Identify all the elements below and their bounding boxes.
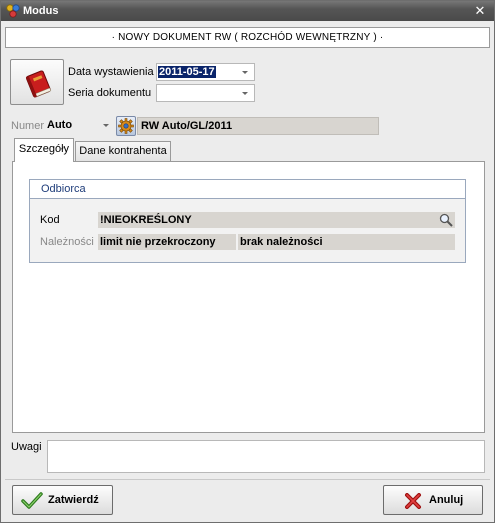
cancel-button[interactable]: Anuluj (383, 485, 483, 515)
close-icon: ✕ (474, 3, 486, 18)
tab-contractor-label: Dane kontrahenta (79, 145, 167, 157)
series-label: Seria dokumentu (68, 87, 152, 99)
confirm-button-label: Zatwierdź (48, 494, 99, 506)
date-value: 2011-05-17 (158, 66, 216, 78)
notes-textarea[interactable] (47, 440, 485, 473)
footer-separator (5, 479, 490, 480)
document-book-button[interactable] (10, 59, 64, 105)
credit-limit-status-value: limit nie przekroczony (100, 236, 216, 248)
red-x-icon (405, 493, 421, 509)
modus-logo-icon (6, 4, 20, 18)
receivables-status-value: brak należności (240, 236, 323, 248)
window-title: Modus (23, 5, 59, 17)
cancel-button-label: Anuluj (429, 494, 464, 506)
details-tab-panel: Odbiorca Kod !NIEOKREŚLONY Należności li… (12, 161, 485, 433)
date-label: Data wystawienia (68, 66, 154, 78)
number-mode-select[interactable]: Auto (45, 117, 112, 135)
confirm-button[interactable]: Zatwierdź (12, 485, 113, 515)
recipient-group-header: Odbiorca (30, 180, 465, 199)
document-number-field: RW Auto/GL/2011 (137, 117, 379, 135)
recipient-code-value: !NIEOKREŚLONY (100, 214, 192, 226)
magnifier-icon[interactable] (439, 213, 453, 227)
receivables-status: brak należności (238, 234, 455, 250)
number-label: Numer (11, 120, 45, 132)
tab-details[interactable]: Szczegóły (14, 138, 74, 162)
recipient-group: Odbiorca Kod !NIEOKREŚLONY Należności li… (29, 179, 466, 263)
recipient-group-title: Odbiorca (41, 183, 86, 195)
close-window-button[interactable]: ✕ (472, 3, 488, 19)
document-number-value: RW Auto/GL/2011 (141, 120, 233, 132)
code-label: Kod (40, 214, 60, 226)
document-type-title: · NOWY DOKUMENT RW ( ROZCHÓD WEWNĘTRZNY … (111, 32, 384, 43)
number-settings-button[interactable] (116, 116, 136, 136)
gear-icon (118, 118, 134, 134)
chevron-down-icon (242, 71, 248, 74)
credit-limit-status: limit nie przekroczony (98, 234, 236, 250)
tab-details-label: Szczegóły (18, 143, 70, 155)
title-bar: Modus ✕ (1, 1, 494, 21)
chevron-down-icon (103, 124, 109, 127)
tab-contractor-data[interactable]: Dane kontrahenta (75, 141, 171, 163)
modus-window: Modus ✕ · NOWY DOKUMENT RW ( ROZCHÓD WEW… (0, 0, 495, 523)
notes-label: Uwagi (11, 441, 42, 453)
document-type-header: · NOWY DOKUMENT RW ( ROZCHÓD WEWNĘTRZNY … (5, 27, 490, 48)
red-book-icon (25, 70, 52, 98)
series-select[interactable] (156, 84, 255, 102)
chevron-down-icon (242, 92, 248, 95)
recipient-code-field[interactable]: !NIEOKREŚLONY (98, 212, 455, 228)
check-icon (21, 492, 43, 509)
date-picker[interactable]: 2011-05-17 (156, 63, 255, 81)
number-mode-value: Auto (47, 119, 73, 131)
receivables-label: Należności (40, 236, 94, 248)
